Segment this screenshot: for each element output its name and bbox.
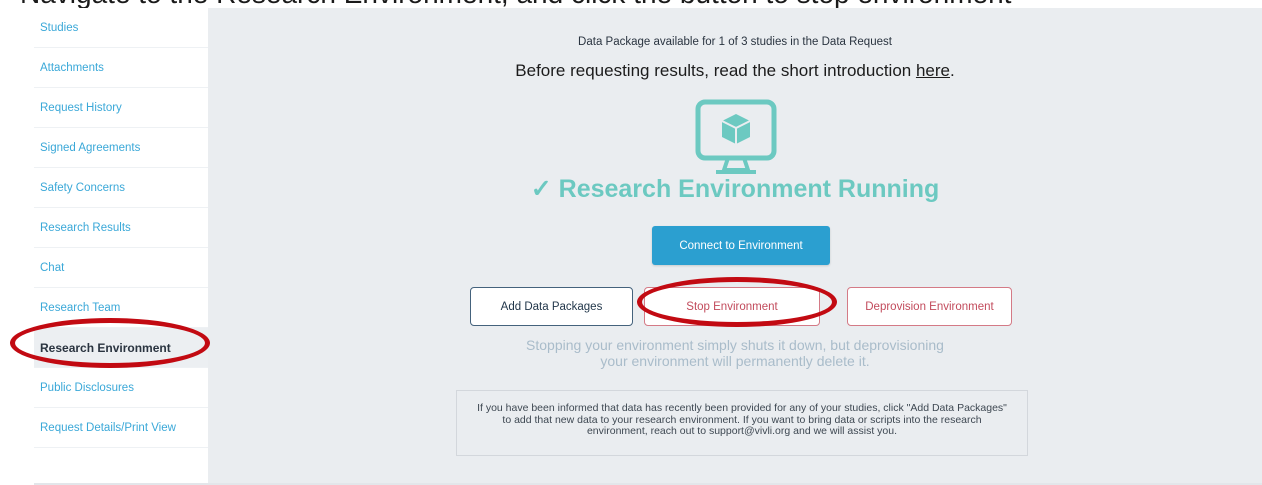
- sidebar-item-signed-agreements[interactable]: Signed Agreements: [34, 128, 208, 168]
- add-data-info-box: If you have been informed that data has …: [456, 390, 1028, 456]
- check-icon: ✓: [530, 175, 552, 203]
- stop-environment-button[interactable]: Stop Environment: [644, 287, 820, 326]
- sidebar: Studies Attachments Request History Sign…: [34, 8, 208, 484]
- research-environment-panel: Data Package available for 1 of 3 studie…: [208, 8, 1262, 484]
- sidebar-item-request-details[interactable]: Request Details/Print View: [34, 408, 208, 448]
- sidebar-item-safety-concerns[interactable]: Safety Concerns: [34, 168, 208, 208]
- instruction-caption: Navigate to the Research Environment, an…: [20, 0, 1260, 8]
- intro-period: .: [949, 61, 955, 80]
- environment-status-text: Research Environment Running: [558, 175, 940, 203]
- sidebar-item-chat[interactable]: Chat: [34, 248, 208, 288]
- helper-line-2: your environment will permanently delete…: [600, 353, 870, 369]
- sidebar-item-attachments[interactable]: Attachments: [34, 48, 208, 88]
- sidebar-item-research-team[interactable]: Research Team: [34, 288, 208, 328]
- intro-label: Before requesting results, read the shor…: [515, 61, 916, 80]
- helper-line-1: Stopping your environment simply shuts i…: [526, 337, 944, 353]
- sidebar-item-research-results[interactable]: Research Results: [34, 208, 208, 248]
- data-package-availability: Data Package available for 1 of 3 studie…: [578, 36, 892, 48]
- intro-text: Before requesting results, read the shor…: [208, 61, 1262, 81]
- environment-helper-text: Stopping your environment simply shuts i…: [208, 337, 1262, 369]
- monitor-cube-icon: [695, 99, 777, 174]
- add-data-packages-button[interactable]: Add Data Packages: [470, 287, 633, 326]
- connect-environment-button[interactable]: Connect to Environment: [652, 226, 830, 265]
- sidebar-item-studies[interactable]: Studies: [34, 8, 208, 48]
- sidebar-item-research-environment[interactable]: Research Environment: [34, 328, 208, 368]
- environment-status: ✓ Research Environment Running: [208, 174, 1262, 204]
- sidebar-item-request-history[interactable]: Request History: [34, 88, 208, 128]
- deprovision-environment-button[interactable]: Deprovision Environment: [847, 287, 1012, 326]
- sidebar-item-public-disclosures[interactable]: Public Disclosures: [34, 368, 208, 408]
- intro-link[interactable]: here: [916, 61, 950, 80]
